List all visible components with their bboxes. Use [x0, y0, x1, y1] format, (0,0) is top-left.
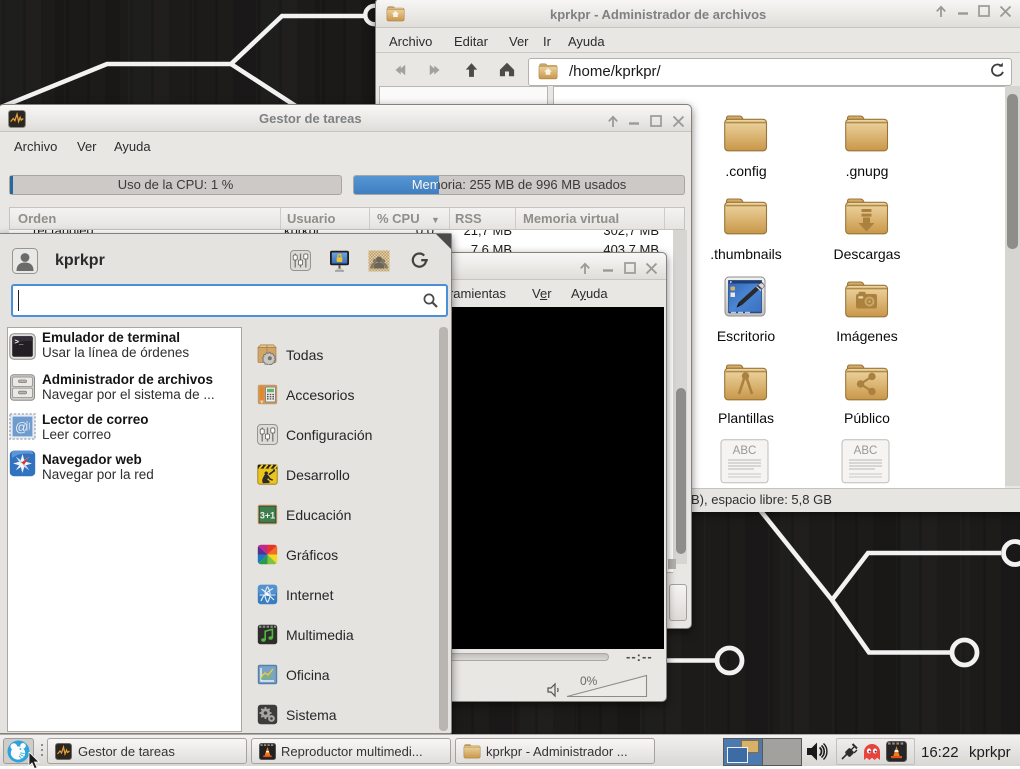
- svg-text:3+1: 3+1: [260, 511, 275, 521]
- svg-text:ABC: ABC: [854, 445, 878, 457]
- svg-text:>_: >_: [15, 339, 25, 347]
- svg-text:@: @: [15, 420, 28, 435]
- svg-text:ABC: ABC: [733, 445, 757, 457]
